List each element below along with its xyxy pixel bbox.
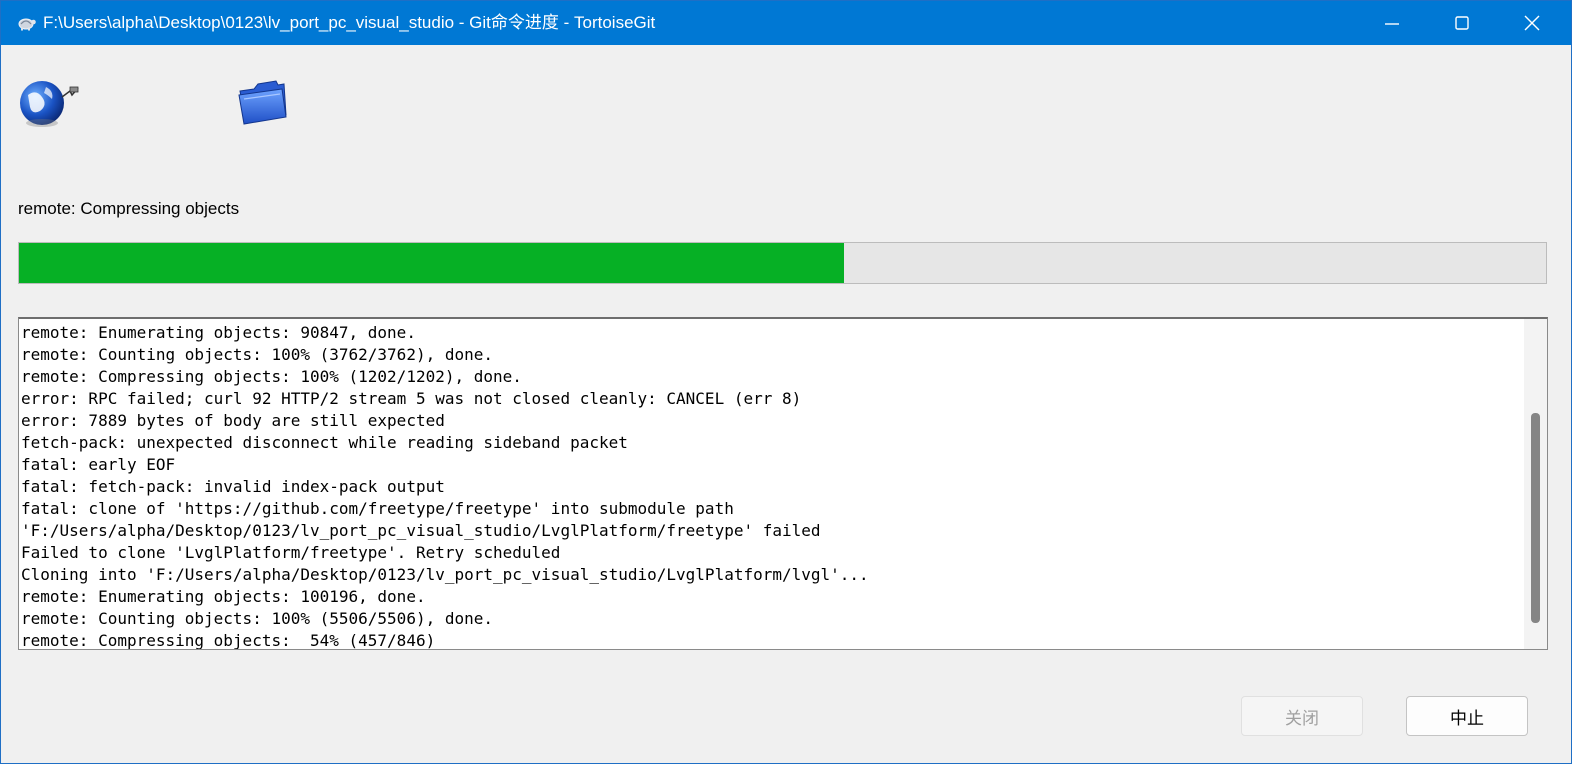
- progress-dialog: F:\Users\alpha\Desktop\0123\lv_port_pc_v…: [0, 0, 1572, 764]
- progress-fill: [19, 243, 844, 283]
- folder-icon: [236, 77, 290, 127]
- log-line: Failed to clone 'LvglPlatform/freetype'.…: [21, 543, 561, 562]
- minimize-button[interactable]: [1357, 1, 1427, 45]
- minimize-icon: [1385, 23, 1399, 25]
- log-line: error: RPC failed; curl 92 HTTP/2 stream…: [21, 389, 802, 408]
- close-window-button[interactable]: [1497, 1, 1567, 45]
- status-text: remote: Compressing objects: [18, 199, 240, 218]
- log-line: fetch-pack: unexpected disconnect while …: [21, 433, 628, 452]
- log-line: fatal: clone of 'https://github.com/free…: [21, 499, 734, 518]
- abort-button[interactable]: 中止: [1406, 696, 1528, 736]
- maximize-button[interactable]: [1427, 1, 1497, 45]
- vertical-scrollbar[interactable]: [1524, 319, 1547, 649]
- window-title: F:\Users\alpha\Desktop\0123\lv_port_pc_v…: [43, 13, 656, 32]
- log-line: fatal: early EOF: [21, 455, 176, 474]
- log-text: remote: Enumerating objects: 90847, done…: [21, 322, 869, 650]
- close-icon: [1524, 15, 1540, 31]
- log-line: 'F:/Users/alpha/Desktop/0123/lv_port_pc_…: [21, 521, 821, 540]
- title-bar[interactable]: F:\Users\alpha\Desktop\0123\lv_port_pc_v…: [1, 1, 1571, 45]
- log-line: remote: Enumerating objects: 100196, don…: [21, 587, 426, 606]
- log-line: remote: Compressing objects: 100% (1202/…: [21, 367, 522, 386]
- log-line: error: 7889 bytes of body are still expe…: [21, 411, 445, 430]
- log-line: fatal: fetch-pack: invalid index-pack ou…: [21, 477, 445, 496]
- log-line: remote: Enumerating objects: 90847, done…: [21, 323, 416, 342]
- scrollbar-thumb[interactable]: [1531, 413, 1540, 623]
- close-button[interactable]: 关闭: [1241, 696, 1363, 736]
- maximize-icon: [1455, 16, 1469, 30]
- log-line: remote: Counting objects: 100% (5506/550…: [21, 609, 494, 628]
- output-log[interactable]: remote: Enumerating objects: 90847, done…: [18, 317, 1548, 650]
- progress-bar: [18, 242, 1547, 284]
- tortoisegit-icon: [17, 13, 37, 33]
- log-line: remote: Compressing objects: 54% (457/84…: [21, 631, 436, 650]
- log-line: Cloning into 'F:/Users/alpha/Desktop/012…: [21, 565, 869, 584]
- log-line: remote: Counting objects: 100% (3762/376…: [21, 345, 494, 364]
- globe-icon: [18, 79, 82, 129]
